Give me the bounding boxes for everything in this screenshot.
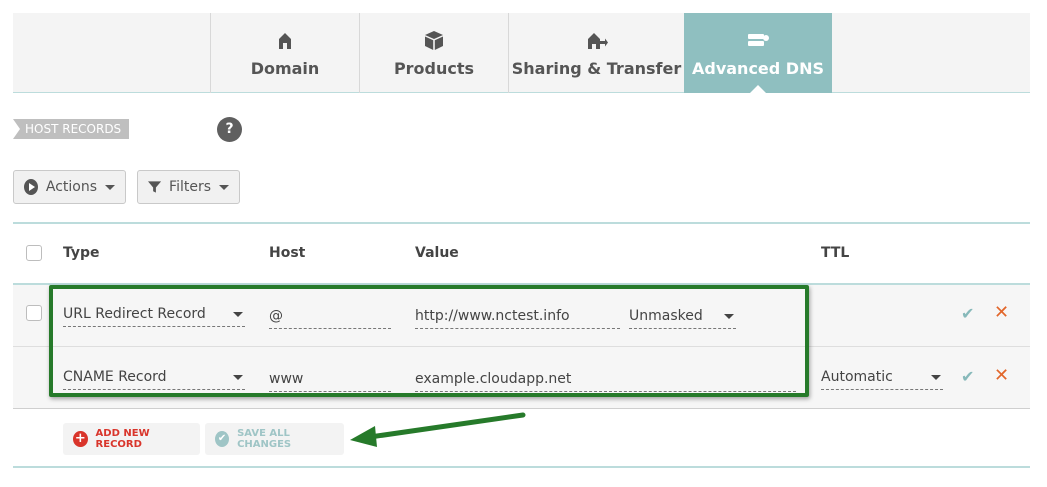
column-header-value: Value [415,245,459,261]
chevron-down-icon [105,184,115,190]
tab-products[interactable]: Products [359,13,508,93]
chevron-down-icon [931,375,941,380]
delete-row-x-icon[interactable]: ✕ [994,302,1009,323]
mask-select[interactable]: Unmasked [629,305,736,329]
column-header-ttl: TTL [821,245,850,261]
tab-label: Advanced DNS [691,59,824,78]
host-records-label: HOST RECORDS [13,119,130,139]
record-type-select[interactable]: URL Redirect Record [63,303,245,327]
select-all-checkbox[interactable] [26,245,42,261]
chevron-down-icon [233,375,243,380]
plus-circle-icon: + [73,431,88,447]
record-type-value: URL Redirect Record [63,306,206,322]
value-input[interactable]: example.cloudapp.net [415,368,796,392]
tab-label: Products [393,59,475,78]
play-circle-icon [24,179,38,195]
save-all-changes-label: SAVE ALL CHANGES [237,428,292,450]
host-input[interactable]: www [269,368,391,392]
row-divider [13,346,1030,347]
add-new-record-button[interactable]: + ADD NEW RECORD [63,423,200,455]
table-top-divider [13,222,1030,224]
check-circle-icon: ✔ [215,431,230,447]
chevron-down-icon [724,314,734,319]
filters-dropdown[interactable]: Filters [137,170,240,204]
save-row-check-icon[interactable]: ✔ [961,367,974,386]
add-new-record-label: ADD NEW RECORD [95,428,150,450]
section-bottom-divider [13,466,1030,468]
annotation-arrow-icon [350,412,526,447]
row-checkbox[interactable] [26,305,42,321]
mask-value: Unmasked [629,308,703,324]
column-header-type: Type [63,245,100,261]
filter-icon [148,181,162,193]
actions-dropdown[interactable]: Actions [13,170,126,204]
delete-row-x-icon[interactable]: ✕ [994,365,1009,386]
chevron-down-icon [219,184,229,190]
tab-label: Sharing & Transfer [511,59,682,78]
home-icon [279,33,291,49]
chevron-down-icon [233,312,243,317]
record-type-value: CNAME Record [63,369,167,385]
tab-domain[interactable]: Domain [210,13,359,93]
domain-tab-bar: Domain Products Sharing & Transfer Advan… [13,13,1030,94]
transfer-icon [587,33,608,49]
help-icon[interactable]: ? [217,117,242,142]
host-input[interactable]: @ [269,305,391,329]
actions-label: Actions [45,179,97,195]
save-row-check-icon[interactable]: ✔ [961,304,974,323]
value-input[interactable]: http://www.nctest.info [415,305,620,329]
tab-label: Domain [250,59,320,78]
server-icon [748,34,769,46]
save-all-changes-button[interactable]: ✔ SAVE ALL CHANGES [205,423,344,455]
tab-sharing-transfer[interactable]: Sharing & Transfer [508,13,684,93]
record-type-select[interactable]: CNAME Record [63,366,245,390]
ttl-value: Automatic [821,369,893,385]
column-header-host: Host [269,245,306,261]
ttl-select[interactable]: Automatic [821,366,943,390]
tab-advanced-dns[interactable]: Advanced DNS [684,13,832,94]
filters-label: Filters [169,179,211,195]
box-icon [425,31,443,50]
